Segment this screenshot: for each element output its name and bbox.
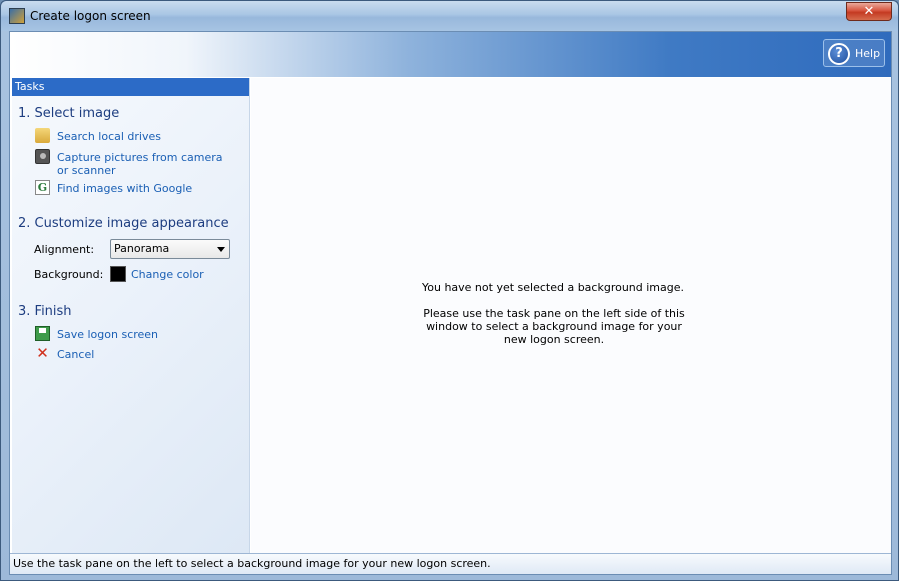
alignment-label: Alignment:	[34, 243, 95, 256]
preview-message-primary: You have not yet selected a background i…	[421, 281, 685, 294]
camera-icon	[35, 149, 50, 164]
folder-icon	[35, 128, 50, 143]
chevron-down-icon	[217, 247, 225, 252]
app-icon	[9, 8, 25, 24]
save-logon-screen-link[interactable]: Save logon screen	[57, 328, 207, 341]
section-select-image-title: 1. Select image	[18, 106, 120, 121]
change-color-link[interactable]: Change color	[131, 268, 231, 281]
window-title: Create logon screen	[30, 9, 151, 23]
help-icon: ?	[828, 43, 850, 65]
background-color-swatch[interactable]	[110, 266, 126, 282]
help-button[interactable]: ? Help	[823, 39, 885, 67]
help-label: Help	[855, 47, 881, 60]
save-icon	[35, 326, 50, 341]
preview-message-secondary: Please use the task pane on the left sid…	[423, 307, 685, 346]
section-finish-title: 3. Finish	[18, 304, 72, 319]
search-local-drives-link[interactable]: Search local drives	[57, 130, 237, 143]
task-pane: Tasks 1. Select image Search local drive…	[12, 78, 250, 553]
find-images-google-link[interactable]: Find images with Google	[57, 182, 237, 195]
cancel-icon: ✕	[36, 344, 49, 362]
status-bar: Use the task pane on the left to select …	[10, 553, 891, 574]
client-area: ? Help Tasks 1. Select image Search loca…	[9, 31, 892, 575]
section-customize-title: 2. Customize image appearance	[18, 216, 229, 231]
alignment-select[interactable]: Panorama	[110, 239, 230, 259]
close-button[interactable]: ✕	[846, 2, 892, 21]
cancel-link[interactable]: Cancel	[57, 348, 157, 361]
capture-pictures-link[interactable]: Capture pictures from camera or scanner	[57, 151, 232, 177]
background-label: Background:	[34, 268, 104, 281]
header-banner: ? Help	[10, 32, 891, 77]
app-window: Create logon screen ✕ ? Help Tasks 1. Se…	[0, 0, 899, 581]
alignment-value: Panorama	[114, 242, 170, 255]
google-icon: G	[35, 180, 50, 195]
title-bar: Create logon screen ✕	[1, 1, 898, 31]
tasks-header: Tasks	[12, 78, 249, 96]
preview-area: You have not yet selected a background i…	[251, 78, 891, 553]
